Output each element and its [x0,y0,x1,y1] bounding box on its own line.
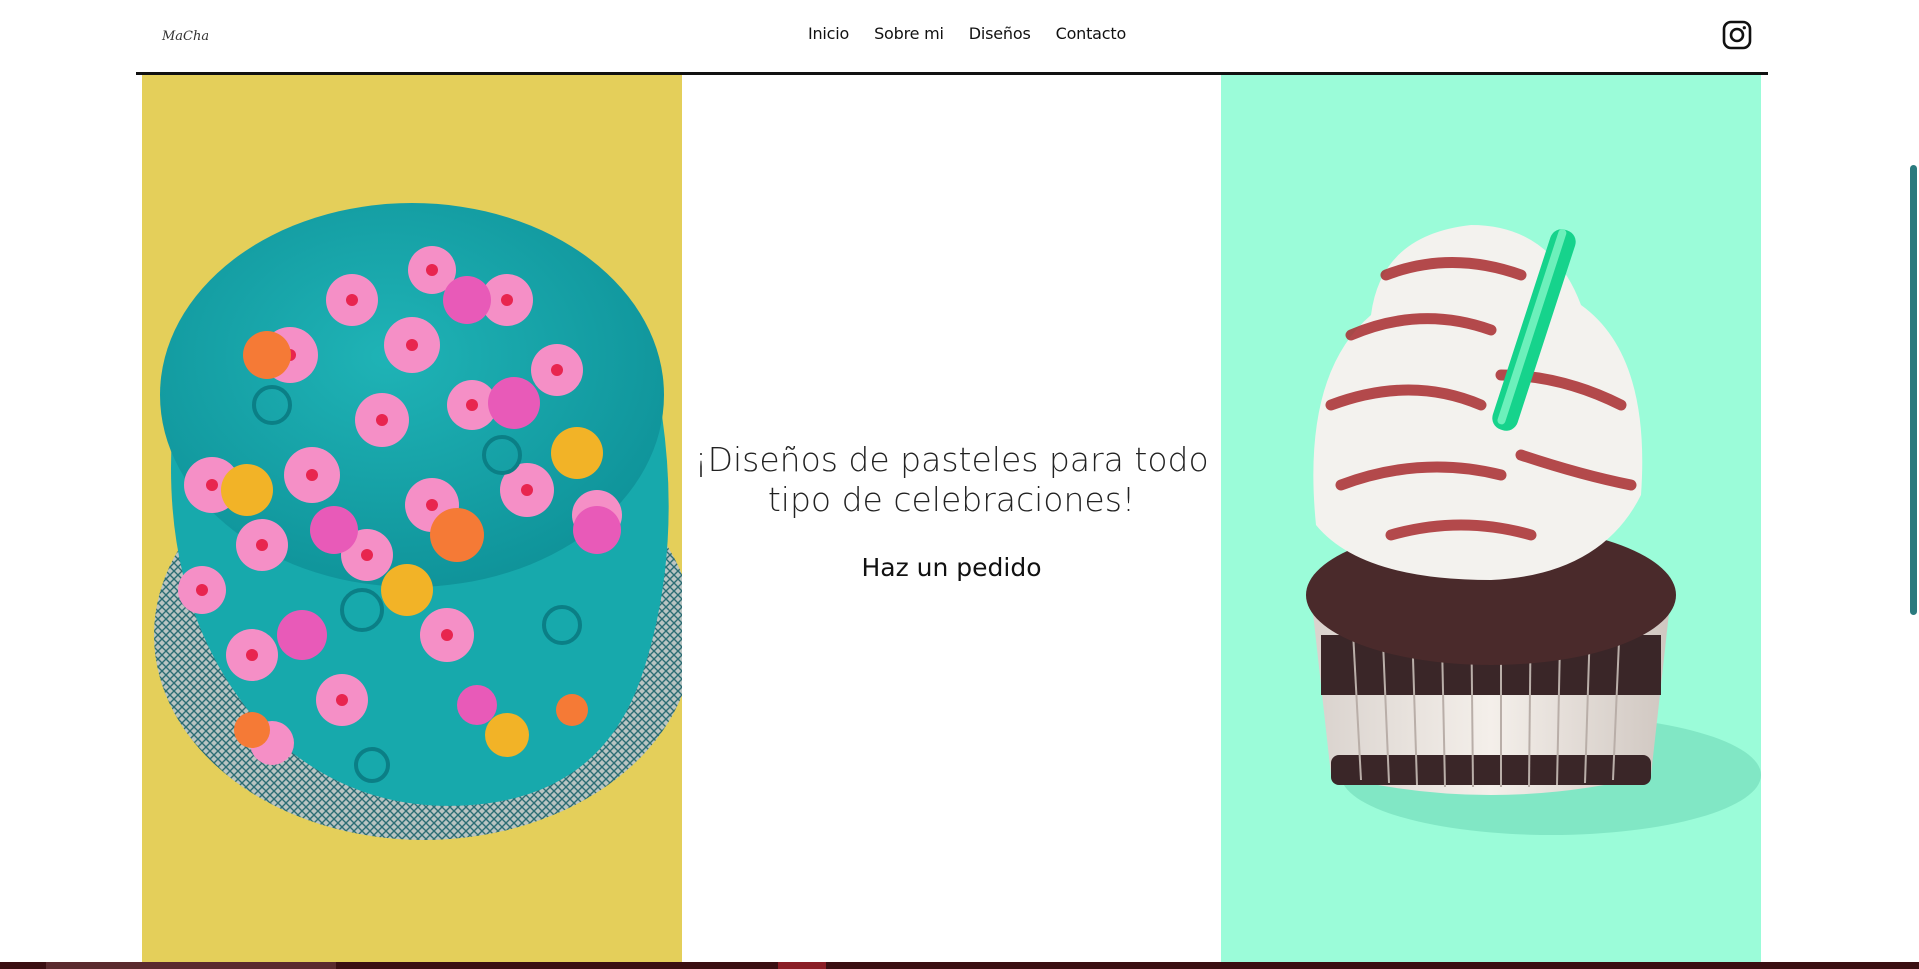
cake-image [154,203,682,840]
taskbar-item[interactable] [46,962,336,969]
nav-item-contacto[interactable]: Contacto [1056,24,1127,43]
scrollbar[interactable] [1909,75,1919,962]
cupcake-panel [1221,75,1761,962]
cake-panel [142,75,682,962]
main-nav: Inicio Sobre mi Diseños Contacto [136,24,1768,43]
hero-title: ¡Diseños de pasteles para todo tipo de c… [694,440,1209,519]
site-header: MaCha Inicio Sobre mi Diseños Contacto [136,0,1768,73]
nav-item-inicio[interactable]: Inicio [808,24,849,43]
order-button[interactable]: Haz un pedido [682,553,1221,582]
taskbar [0,962,1919,969]
taskbar-item[interactable] [778,962,826,969]
nav-item-sobre-mi[interactable]: Sobre mi [874,24,944,43]
cupcake-image [1306,225,1761,835]
hero-text-panel: ¡Diseños de pasteles para todo tipo de c… [682,75,1221,962]
instagram-icon[interactable] [1722,20,1752,50]
page: MaCha Inicio Sobre mi Diseños Contacto ¡… [0,0,1919,969]
nav-item-disenos[interactable]: Diseños [969,24,1031,43]
scrollbar-thumb[interactable] [1910,165,1917,615]
